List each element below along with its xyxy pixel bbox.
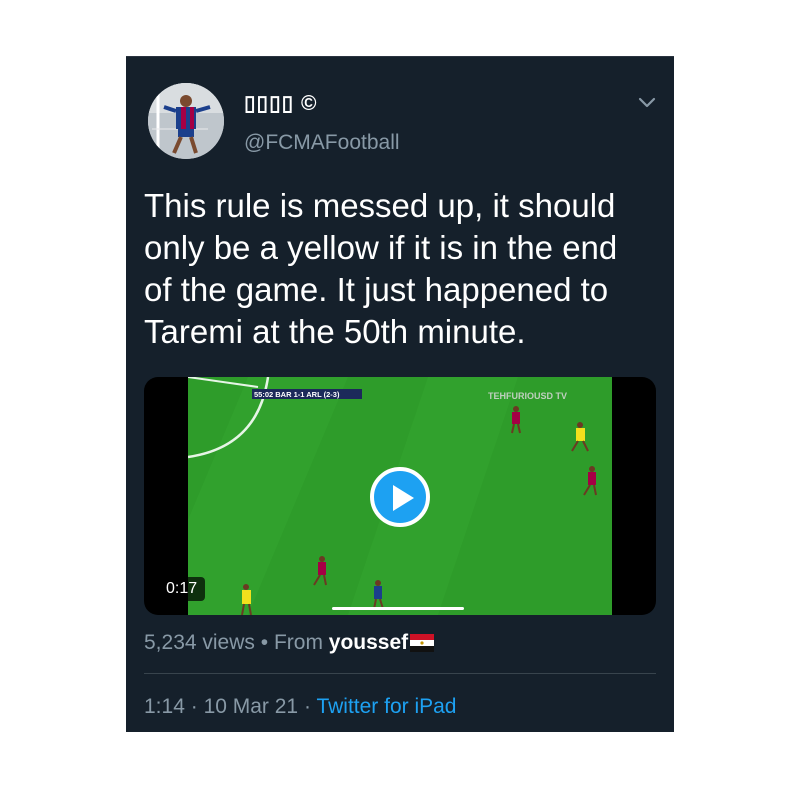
video-duration: 0:17 (158, 577, 206, 601)
tweet-source-link[interactable]: Twitter for iPad (316, 695, 456, 718)
play-button[interactable] (370, 467, 430, 527)
divider (144, 673, 656, 674)
chevron-down-icon[interactable] (636, 95, 658, 111)
video-progress-bar[interactable] (332, 607, 464, 610)
tweet-card: ▯▯▯▯ © @FCMAFootball This rule is messed… (126, 56, 674, 732)
tweet-time[interactable]: 1:14 (144, 695, 185, 718)
scoreboard-text: 55:02 BAR 1-1 ARL (2-3) (254, 390, 340, 399)
watermark-text: TEHFURIOUSD TV (488, 391, 567, 401)
from-user-link[interactable]: youssef (329, 631, 408, 654)
tweet-text: This rule is messed up, it should only b… (144, 187, 618, 350)
view-count: 5,234 views (144, 631, 255, 654)
view-stats: 5,234 views • From youssef (144, 631, 435, 658)
avatar[interactable] (148, 83, 224, 159)
video-player[interactable]: 55:02 BAR 1-1 ARL (2-3) TEHFURIOUSD TV 0… (144, 377, 656, 615)
from-label: From (273, 631, 323, 654)
egypt-flag-icon (410, 634, 435, 658)
meta-dot: · (303, 695, 311, 718)
tweet-date[interactable]: 10 Mar 21 (204, 695, 299, 718)
author-handle[interactable]: @FCMAFootball (244, 131, 400, 155)
author-display-name[interactable]: ▯▯▯▯ © (244, 91, 318, 116)
meta-dot: · (190, 695, 198, 718)
play-icon (393, 485, 414, 511)
tweet-meta: 1:14 · 10 Mar 21 · Twitter for iPad (144, 695, 457, 719)
separator-dot: • (260, 631, 269, 654)
avatar-image (148, 83, 224, 159)
